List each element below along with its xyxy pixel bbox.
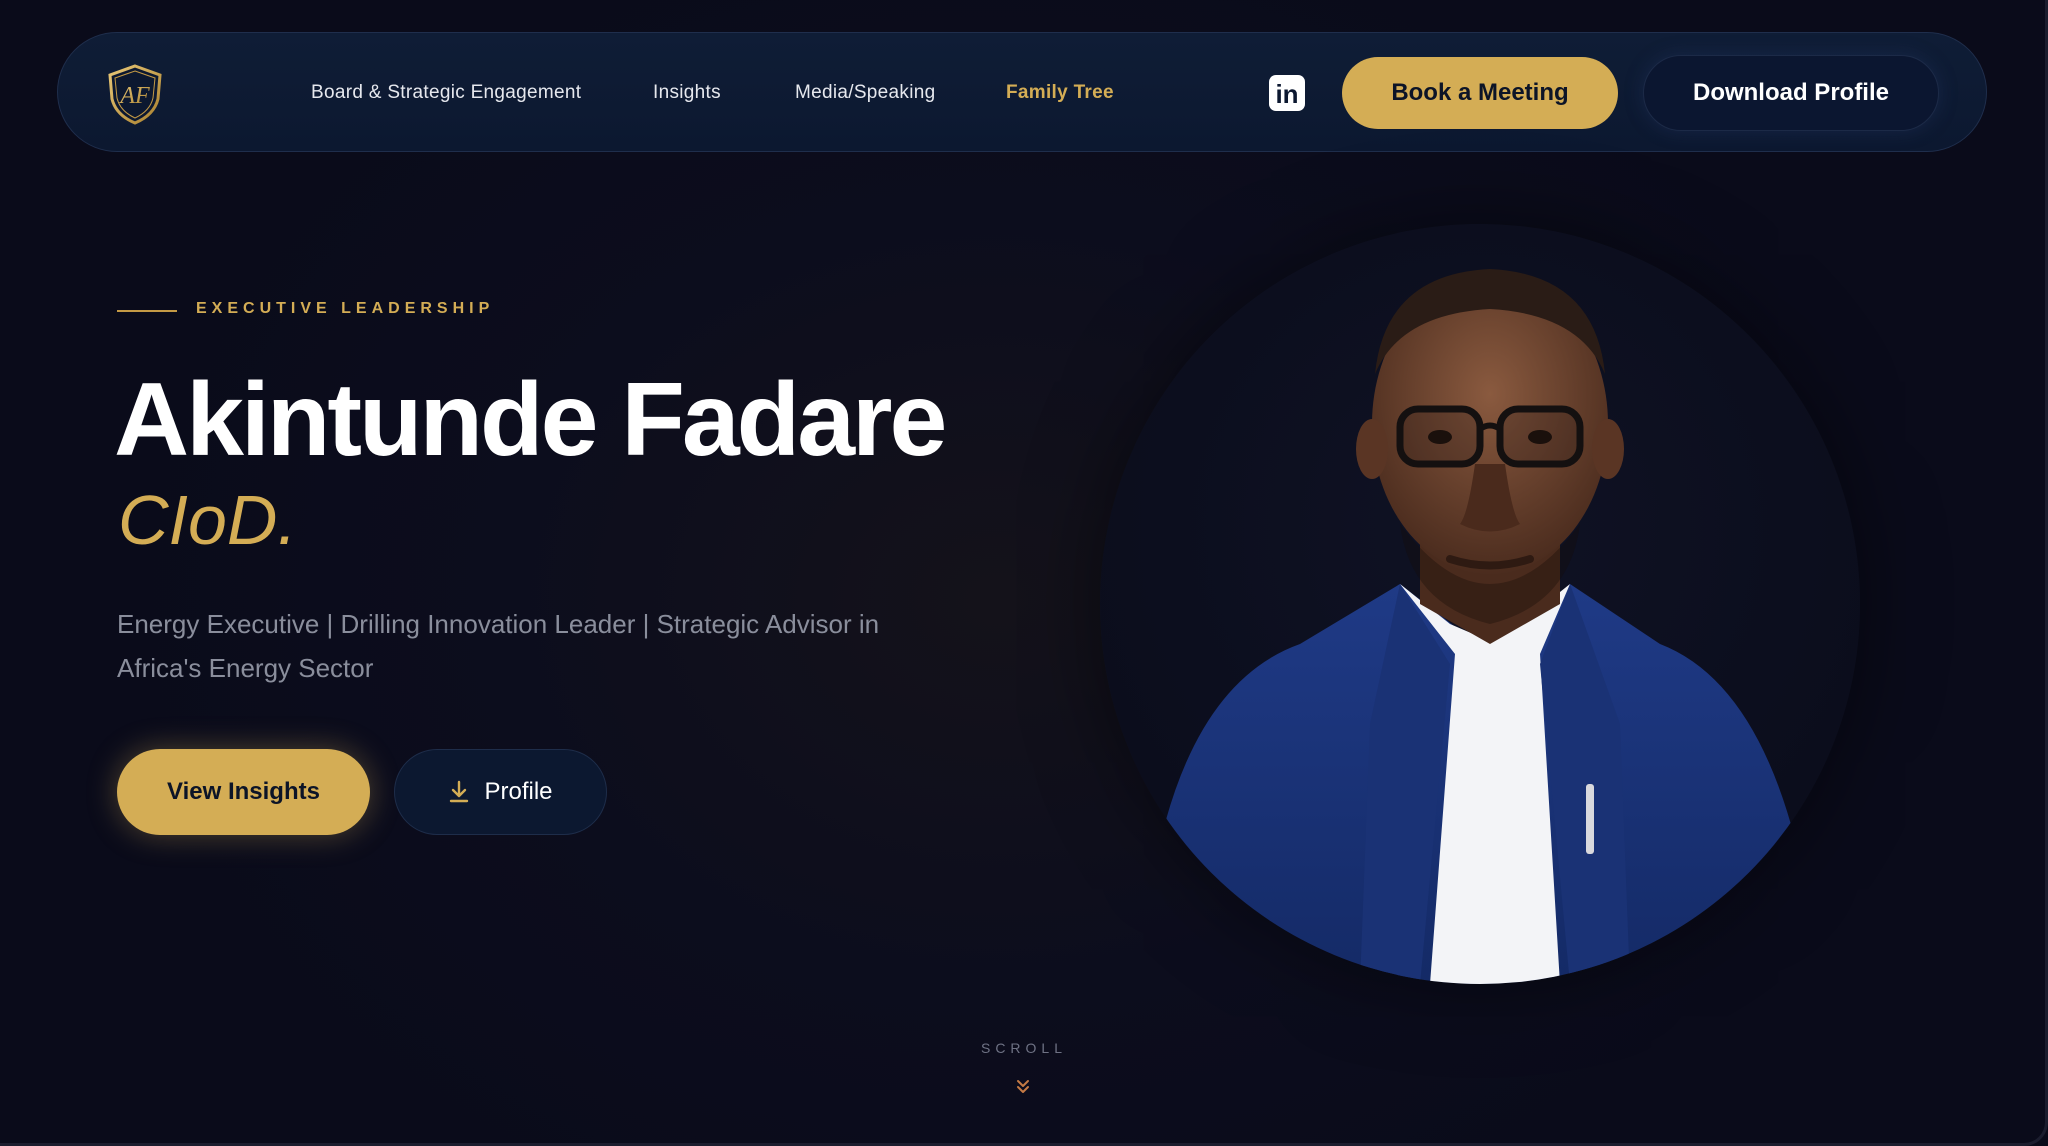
eyebrow-divider [117, 310, 177, 312]
double-chevron-down-icon[interactable] [1014, 1078, 1032, 1096]
hero-postnominal: CIoD. [118, 481, 297, 559]
profile-download-button[interactable]: Profile [394, 749, 607, 835]
brand-logo[interactable]: AF [106, 63, 164, 125]
linkedin-icon[interactable]: in [1269, 75, 1305, 111]
hero-name: Akintunde Fadare [114, 362, 947, 478]
shield-crest-icon: AF [108, 64, 162, 125]
view-insights-button[interactable]: View Insights [117, 749, 370, 835]
profile-button-label: Profile [484, 778, 553, 805]
nav-link-media-speaking[interactable]: Media/Speaking [795, 33, 935, 153]
eyebrow-label: EXECUTIVE LEADERSHIP [196, 300, 495, 317]
nav-link-board-strategic-engagement[interactable]: Board & Strategic Engagement [311, 33, 581, 153]
hero-tagline: Energy Executive | Drilling Innovation L… [117, 609, 880, 683]
nav-link-family-tree[interactable]: Family Tree [1006, 33, 1114, 153]
nav-link-insights[interactable]: Insights [653, 33, 721, 153]
scroll-indicator-label: SCROLL [980, 1040, 1068, 1056]
book-meeting-button[interactable]: Book a Meeting [1342, 57, 1618, 129]
svg-text:AF: AF [118, 83, 150, 109]
portrait-illustration [1140, 269, 1820, 984]
portrait-photo [1100, 224, 1860, 984]
top-navigation: AF Board & Strategic Engagement Insights… [57, 32, 1987, 152]
download-icon [448, 780, 470, 804]
page-frame: AF Board & Strategic Engagement Insights… [0, 0, 2048, 1146]
download-profile-button[interactable]: Download Profile [1643, 55, 1939, 131]
